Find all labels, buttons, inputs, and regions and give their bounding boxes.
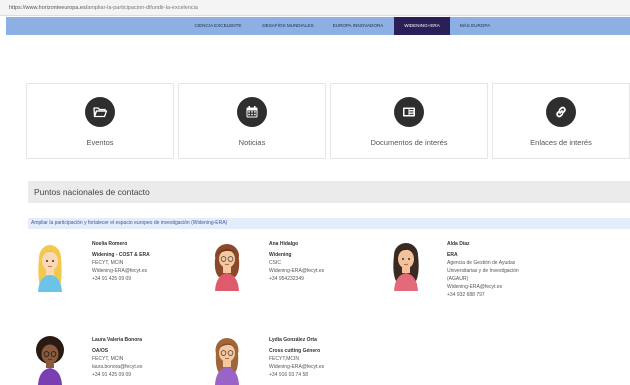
contact-role: ERA (447, 252, 458, 258)
contact-name: Alda Díaz (447, 241, 470, 247)
contact-org: FECYT,MCIN (269, 356, 299, 362)
section-subtitle: Ampliar la participación y fortalecer el… (28, 218, 630, 229)
contact-role: OA/OS (92, 348, 109, 354)
nav-item-mas-europa[interactable]: MÁS EUROPA (455, 17, 495, 35)
contact-name: Noelia Romero (92, 241, 128, 247)
contact-role: Widening (269, 252, 292, 258)
contact-role: Widening - COST & ERA (92, 252, 150, 258)
url-path: ampliar-la-participacion-difundir-la-exc… (87, 5, 198, 11)
contact-email[interactable]: Widening-ERA@fecyt.es (269, 267, 324, 275)
newspaper-icon (394, 97, 424, 127)
contact-card: Ana Hidalgo Widening CSIC Widening-ERA@f… (269, 240, 324, 283)
contact-card: Laura Valeria Bonora OA/OS FECYT, MCIN l… (92, 336, 142, 379)
contact-email[interactable]: Widening-ERA@fecyt.es (447, 283, 519, 291)
contact-card: Lydia González Orta Cross cutting Género… (269, 336, 324, 379)
section-title: Puntos nacionales de contacto (28, 181, 630, 203)
card-label: Eventos (86, 138, 114, 147)
contact-org-line: Universitarias y de Investigación (447, 268, 519, 274)
card-documentos[interactable]: Documentos de interés (330, 83, 488, 159)
contact-name: Ana Hidalgo (269, 241, 299, 247)
avatar-ana (214, 244, 240, 291)
contact-phone: +34 932 688 797 (447, 292, 485, 298)
avatar-noelia (38, 245, 62, 292)
main-nav: CIENCIA EXCELENTE DESAFÍOS MUNDIALES EUR… (6, 17, 630, 35)
folder-open-icon (85, 97, 115, 127)
card-enlaces[interactable]: Enlaces de interés (492, 83, 630, 159)
contact-phone: +34 916 03 74 58 (269, 372, 309, 378)
calendar-icon (237, 97, 267, 127)
contact-email[interactable]: Widening-ERA@fecyt.es (269, 363, 324, 371)
contact-phone: +34 91 425 09 09 (92, 276, 132, 282)
avatar-alda (393, 243, 419, 291)
card-noticias[interactable]: Noticias (178, 83, 326, 159)
contact-name: Lydia González Orta (269, 337, 317, 343)
contact-card: Noelia Romero Widening - COST & ERA FECY… (92, 240, 150, 283)
url-bar[interactable]: https://www.horizonteeuropa.es/ampliar-l… (0, 0, 630, 16)
card-eventos[interactable]: Eventos (26, 83, 174, 159)
contact-role: Cross cutting Género (269, 348, 321, 354)
contact-phone: +34 91 425 09 09 (92, 372, 132, 378)
avatar-lydia (215, 338, 239, 385)
card-label: Enlaces de interés (530, 138, 592, 147)
contact-email[interactable]: laura.bonora@fecyt.es (92, 363, 142, 371)
avatar-laura (36, 336, 64, 385)
contact-name: Laura Valeria Bonora (92, 337, 143, 343)
nav-item-ciencia-excelente[interactable]: CIENCIA EXCELENTE (190, 17, 246, 35)
nav-item-desafios-mundiales[interactable]: DESAFÍOS MUNDIALES (257, 17, 319, 35)
contact-org-line: (AGAUR) (447, 276, 469, 282)
contact-email[interactable]: Widening-ERA@fecyt.es (92, 267, 150, 275)
card-label: Noticias (238, 138, 266, 147)
contact-org: Agencia de Gestión de Ayudas (447, 260, 516, 266)
card-label: Documentos de interés (370, 138, 448, 147)
nav-item-europa-innovadora[interactable]: EUROPA INNOVADORA (326, 17, 390, 35)
contact-org: FECYT, MCIN (92, 356, 124, 362)
nav-item-widening-era[interactable]: WIDENING+ERA (394, 17, 450, 35)
url-host: https://www.horizonteeuropa.es/ (9, 5, 88, 11)
contact-org: CSIC (269, 260, 281, 266)
contact-org: FECYT, MCIN (92, 260, 124, 266)
link-icon (546, 97, 576, 127)
contact-card: Alda Díaz ERA Agencia de Gestión de Ayud… (447, 240, 519, 299)
contact-phone: +34 954232349 (269, 276, 304, 282)
